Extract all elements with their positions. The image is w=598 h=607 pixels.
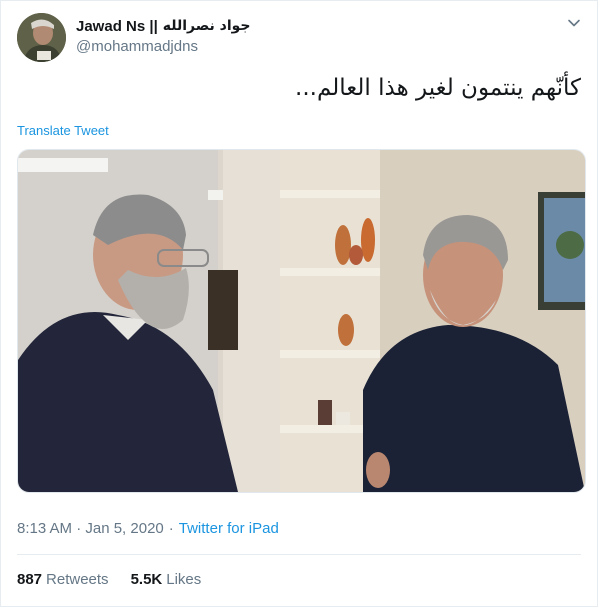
display-name-arabic: جواد نصرالله [162,18,251,34]
likes-label: Likes [166,571,202,588]
user-handle[interactable]: @mohammadjdns [76,38,198,55]
tweet-text: كأنّهم ينتمون لغير هذا العالم... [295,75,581,101]
retweets-stat[interactable]: 887 Retweets [17,571,109,588]
tweet-card: Jawad Ns || جواد نصرالله @mohammadjdns ك… [0,0,598,607]
translate-tweet-link[interactable]: Translate Tweet [17,123,109,138]
avatar[interactable] [17,13,66,62]
chevron-down-icon[interactable] [567,16,581,30]
tweet-stats: 887 Retweets 5.5K Likes [17,571,201,588]
tweet-meta: 8:13 AM · Jan 5, 2020 · Twitter for iPad [17,520,279,537]
display-name[interactable]: Jawad Ns || جواد نصرالله [76,16,251,36]
tweet-timestamp[interactable]: 8:13 AM · Jan 5, 2020 [17,520,164,537]
likes-stat[interactable]: 5.5K Likes [131,571,202,588]
tweet-photo[interactable] [17,149,586,493]
meta-separator: · [168,520,174,537]
retweets-count: 887 [17,571,43,588]
retweets-label: Retweets [46,571,109,588]
divider [17,554,581,555]
display-name-latin: Jawad Ns || [76,17,158,35]
likes-count: 5.5K [130,571,163,588]
tweet-source-link[interactable]: Twitter for iPad [179,520,279,537]
